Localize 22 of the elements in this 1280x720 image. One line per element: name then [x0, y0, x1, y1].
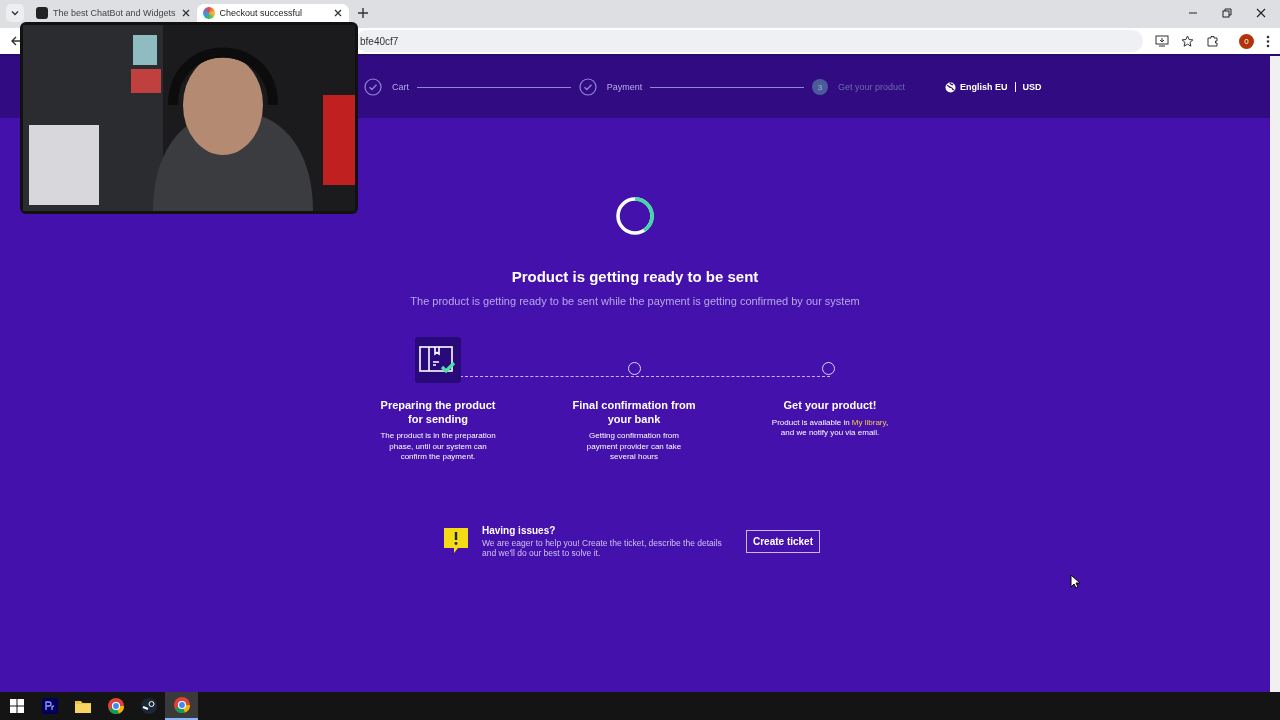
- browser-tab[interactable]: The best ChatBot and Widgets: [30, 4, 197, 22]
- step-label: Get your product: [837, 82, 905, 92]
- step-number: 3: [811, 79, 828, 95]
- browser-tab[interactable]: Checkout successful: [196, 4, 349, 22]
- step-title: Preparing the product for sending: [379, 399, 497, 426]
- help-title: Having issues?: [482, 524, 557, 536]
- step-label: Payment: [606, 82, 643, 92]
- step-title: Final confirmation from your bank: [571, 399, 697, 426]
- step-title: Get your product!: [782, 399, 878, 413]
- library-link[interactable]: My library: [851, 417, 886, 427]
- status-subtitle: The product is getting ready to be sent while the payment is getting confirmed by our system: [410, 295, 860, 307]
- help-text: We are eager to help you! Create the ticket, describe the details and we'll do our best to solve it.: [482, 537, 723, 558]
- language-link[interactable]: English EU: [960, 82, 1008, 92]
- step-description: The product is in the preparation phase, until our system can confirm the payment.: [379, 431, 497, 463]
- step-description: Product is available in My library, and we notify you via email.: [771, 417, 889, 439]
- status-title: Product is getting ready to be sent: [511, 268, 759, 285]
- step-description: Getting confirmation from payment provider can take several hours: [585, 431, 683, 463]
- create-ticket-button[interactable]: Create ticket: [746, 529, 820, 553]
- profile-avatar[interactable]: 0: [1239, 33, 1254, 49]
- address-field[interactable]: bfe40cf7: [356, 30, 1143, 52]
- step-label: Cart: [392, 82, 409, 92]
- currency-link[interactable]: USD: [1022, 82, 1042, 92]
